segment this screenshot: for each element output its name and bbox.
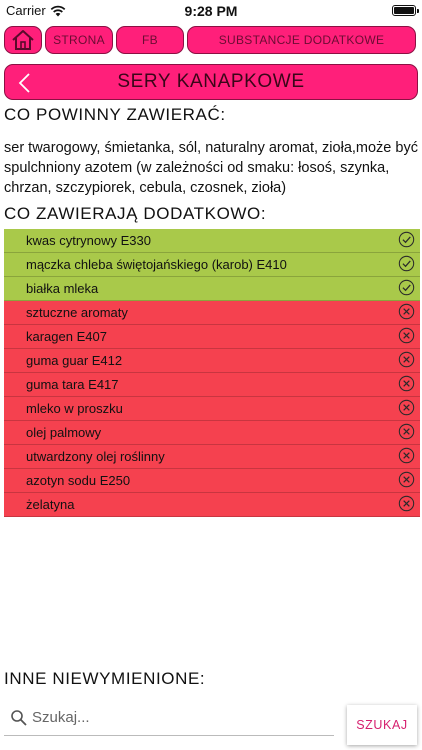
tab-substancje-dodatkowe[interactable]: SUBSTANCJE DODATKOWE	[187, 26, 416, 54]
x-circle-icon	[398, 399, 415, 415]
ingredient-row: białka mleka	[4, 277, 420, 301]
other-heading: INNE NIEWYMIENIONE:	[4, 669, 206, 688]
check-circle-icon	[398, 255, 415, 271]
back-chevron-icon[interactable]	[15, 72, 35, 94]
tab-fb[interactable]: FB	[116, 26, 184, 54]
ingredient-row: karagen E407	[4, 325, 420, 349]
ingredient-row: utwardzony olej roślinny	[4, 445, 420, 469]
search-bar	[4, 700, 334, 736]
x-circle-icon	[398, 327, 415, 343]
ingredient-name: guma tara E417	[26, 377, 119, 392]
ingredient-row: guma guar E412	[4, 349, 420, 373]
ingredient-row: mączka chleba świętojańskiego (karob) E4…	[4, 253, 420, 277]
status-bar: Carrier 9:28 PM	[0, 0, 422, 22]
status-right	[392, 5, 419, 16]
x-circle-icon	[398, 423, 415, 439]
ingredient-name: olej palmowy	[26, 425, 102, 440]
ingredient-row: guma tara E417	[4, 373, 420, 397]
ingredient-name: żelatyna	[26, 497, 75, 512]
ingredient-name: karagen E407	[26, 329, 107, 344]
ingredient-name: utwardzony olej roślinny	[26, 449, 165, 464]
ingredient-row: sztuczne aromaty	[4, 301, 420, 325]
home-button[interactable]	[4, 26, 42, 54]
page-title: SERY KANAPKOWE	[117, 71, 305, 92]
should-contain-text: ser twarogowy, śmietanka, sól, naturalny…	[4, 140, 418, 196]
ingredient-name: sztuczne aromaty	[26, 305, 128, 320]
battery-icon	[392, 5, 419, 16]
x-circle-icon	[398, 375, 415, 391]
x-circle-icon	[398, 351, 415, 367]
title-bar: SERY KANAPKOWE	[4, 64, 418, 100]
ingredient-row: olej palmowy	[4, 421, 420, 445]
tab-strona[interactable]: STRONA	[45, 26, 113, 54]
search-button[interactable]: SZUKAJ	[347, 705, 417, 745]
ingredient-list: kwas cytrynowy E330 mączka chleba święto…	[4, 229, 420, 517]
home-icon	[12, 30, 34, 50]
check-circle-icon	[398, 279, 415, 295]
status-time: 9:28 PM	[184, 3, 238, 19]
ingredient-row: żelatyna	[4, 493, 420, 517]
x-circle-icon	[398, 495, 415, 511]
ingredient-name: mleko w proszku	[26, 401, 123, 416]
ingredient-row: kwas cytrynowy E330	[4, 229, 420, 253]
search-icon	[11, 709, 27, 726]
ingredient-name: mączka chleba świętojańskiego (karob) E4…	[26, 257, 287, 272]
ingredient-name: białka mleka	[26, 281, 99, 296]
ingredient-name: azotyn sodu E250	[26, 473, 131, 488]
should-contain-heading: CO POWINNY ZAWIERAĆ:	[4, 105, 226, 124]
ingredient-name: kwas cytrynowy E330	[26, 233, 151, 248]
search-input[interactable]	[32, 709, 322, 726]
x-circle-icon	[398, 303, 415, 319]
ingredient-row: azotyn sodu E250	[4, 469, 420, 493]
ingredient-name: guma guar E412	[26, 353, 123, 368]
x-circle-icon	[398, 447, 415, 463]
ingredient-row: mleko w proszku	[4, 397, 420, 421]
check-circle-icon	[398, 231, 415, 247]
additional-heading: CO ZAWIERAJĄ DODATKOWO:	[4, 204, 267, 223]
x-circle-icon	[398, 471, 415, 487]
